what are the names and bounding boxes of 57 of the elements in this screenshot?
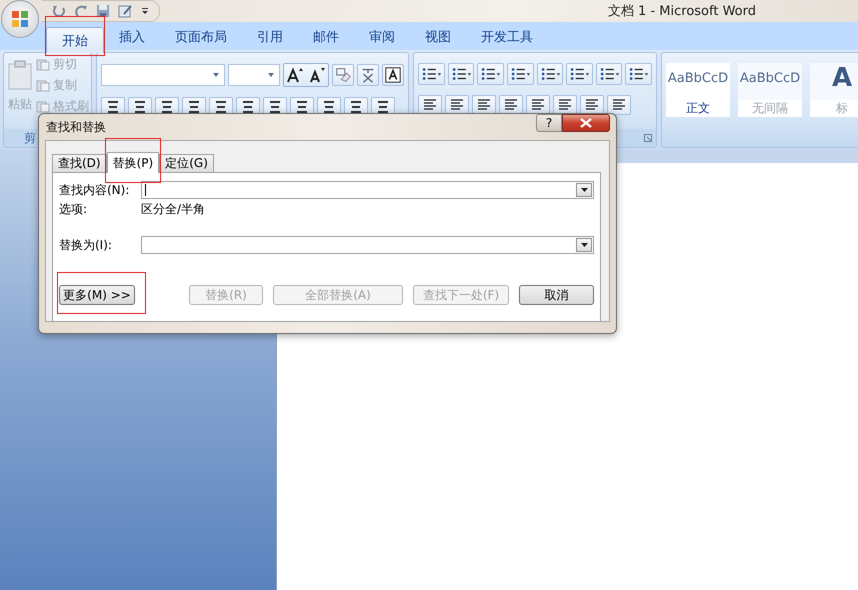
style-swatch[interactable]: AaBbCcD 正文 xyxy=(666,63,730,117)
ribbon-tab[interactable]: 引用 xyxy=(242,24,298,50)
find-what-field[interactable] xyxy=(141,181,594,199)
customize-arrow-icon[interactable] xyxy=(141,7,149,15)
clipboard-icon[interactable] xyxy=(8,60,32,90)
dropdown-button[interactable] xyxy=(576,238,592,252)
text-cursor xyxy=(145,184,146,196)
dropdown-arrow-icon[interactable] xyxy=(580,243,588,247)
dropdown-button[interactable] xyxy=(576,183,592,197)
office-logo-icon[interactable] xyxy=(10,9,30,29)
clipboard-tool-icon[interactable] xyxy=(36,100,50,112)
field-label: 替换为(I): xyxy=(59,236,113,254)
office-button[interactable] xyxy=(1,0,39,38)
dialog-tab[interactable]: 查找(D) xyxy=(52,154,107,172)
font-name-field[interactable] xyxy=(101,64,225,86)
style-preview: AaBbCcD xyxy=(668,70,728,86)
save-icon[interactable] xyxy=(96,4,110,18)
dialog-button[interactable]: 更多(M) >> xyxy=(59,285,135,305)
ribbon-tab[interactable]: 视图 xyxy=(410,24,466,50)
group-label: 剪 xyxy=(24,130,36,146)
style-name: 无间隔 xyxy=(738,100,802,117)
dialog-title: 查找和替换 xyxy=(46,118,106,136)
close-icon[interactable] xyxy=(580,118,592,128)
style-name: 标 xyxy=(810,100,858,117)
dialog-tab[interactable]: 定位(G) xyxy=(159,154,214,172)
style-preview: A xyxy=(832,63,852,93)
font-size-field[interactable] xyxy=(228,64,280,86)
style-preview: AaBbCcD xyxy=(740,70,800,86)
dialog-launcher-icon[interactable] xyxy=(644,134,652,142)
dialog-tab[interactable]: 替换(P) xyxy=(106,152,160,173)
replace-with-field[interactable] xyxy=(141,236,594,254)
align-left-icon[interactable] xyxy=(418,95,442,115)
ribbon-tab[interactable]: 开发工具 xyxy=(466,24,548,50)
eraser-icon[interactable] xyxy=(332,64,354,86)
redo-icon[interactable] xyxy=(74,4,88,18)
edit-document-icon[interactable] xyxy=(118,4,133,18)
bullets-icon[interactable] xyxy=(418,63,445,85)
close-button[interactable] xyxy=(562,114,610,132)
character-border-icon[interactable] xyxy=(382,64,404,86)
undo-icon[interactable] xyxy=(52,4,66,18)
style-swatch[interactable]: A 标 xyxy=(810,63,858,117)
options-label: 选项: xyxy=(59,200,88,218)
options-value: 区分全/半角 xyxy=(141,200,206,218)
ribbon-tab[interactable]: 审阅 xyxy=(354,24,410,50)
help-button[interactable]: ? xyxy=(536,114,562,132)
ribbon-tab[interactable]: 邮件 xyxy=(298,24,354,50)
clipboard-tool-icon[interactable] xyxy=(36,80,50,92)
ribbon-tab[interactable]: 插入 xyxy=(104,24,160,50)
phonetic-guide-icon[interactable] xyxy=(357,64,379,86)
style-swatch[interactable]: AaBbCcD 无间隔 xyxy=(738,63,802,117)
ribbon-tab[interactable]: 页面布局 xyxy=(160,24,242,50)
dialog-button[interactable]: 取消 xyxy=(519,285,594,305)
window-title: 文档 1 - Microsoft Word xyxy=(608,3,756,20)
ribbon-tab[interactable]: 开始 xyxy=(46,27,104,53)
field-label: 查找内容(N): xyxy=(59,182,130,198)
clipboard-tool-icon[interactable] xyxy=(36,58,50,70)
dropdown-arrow-icon[interactable] xyxy=(580,188,588,192)
